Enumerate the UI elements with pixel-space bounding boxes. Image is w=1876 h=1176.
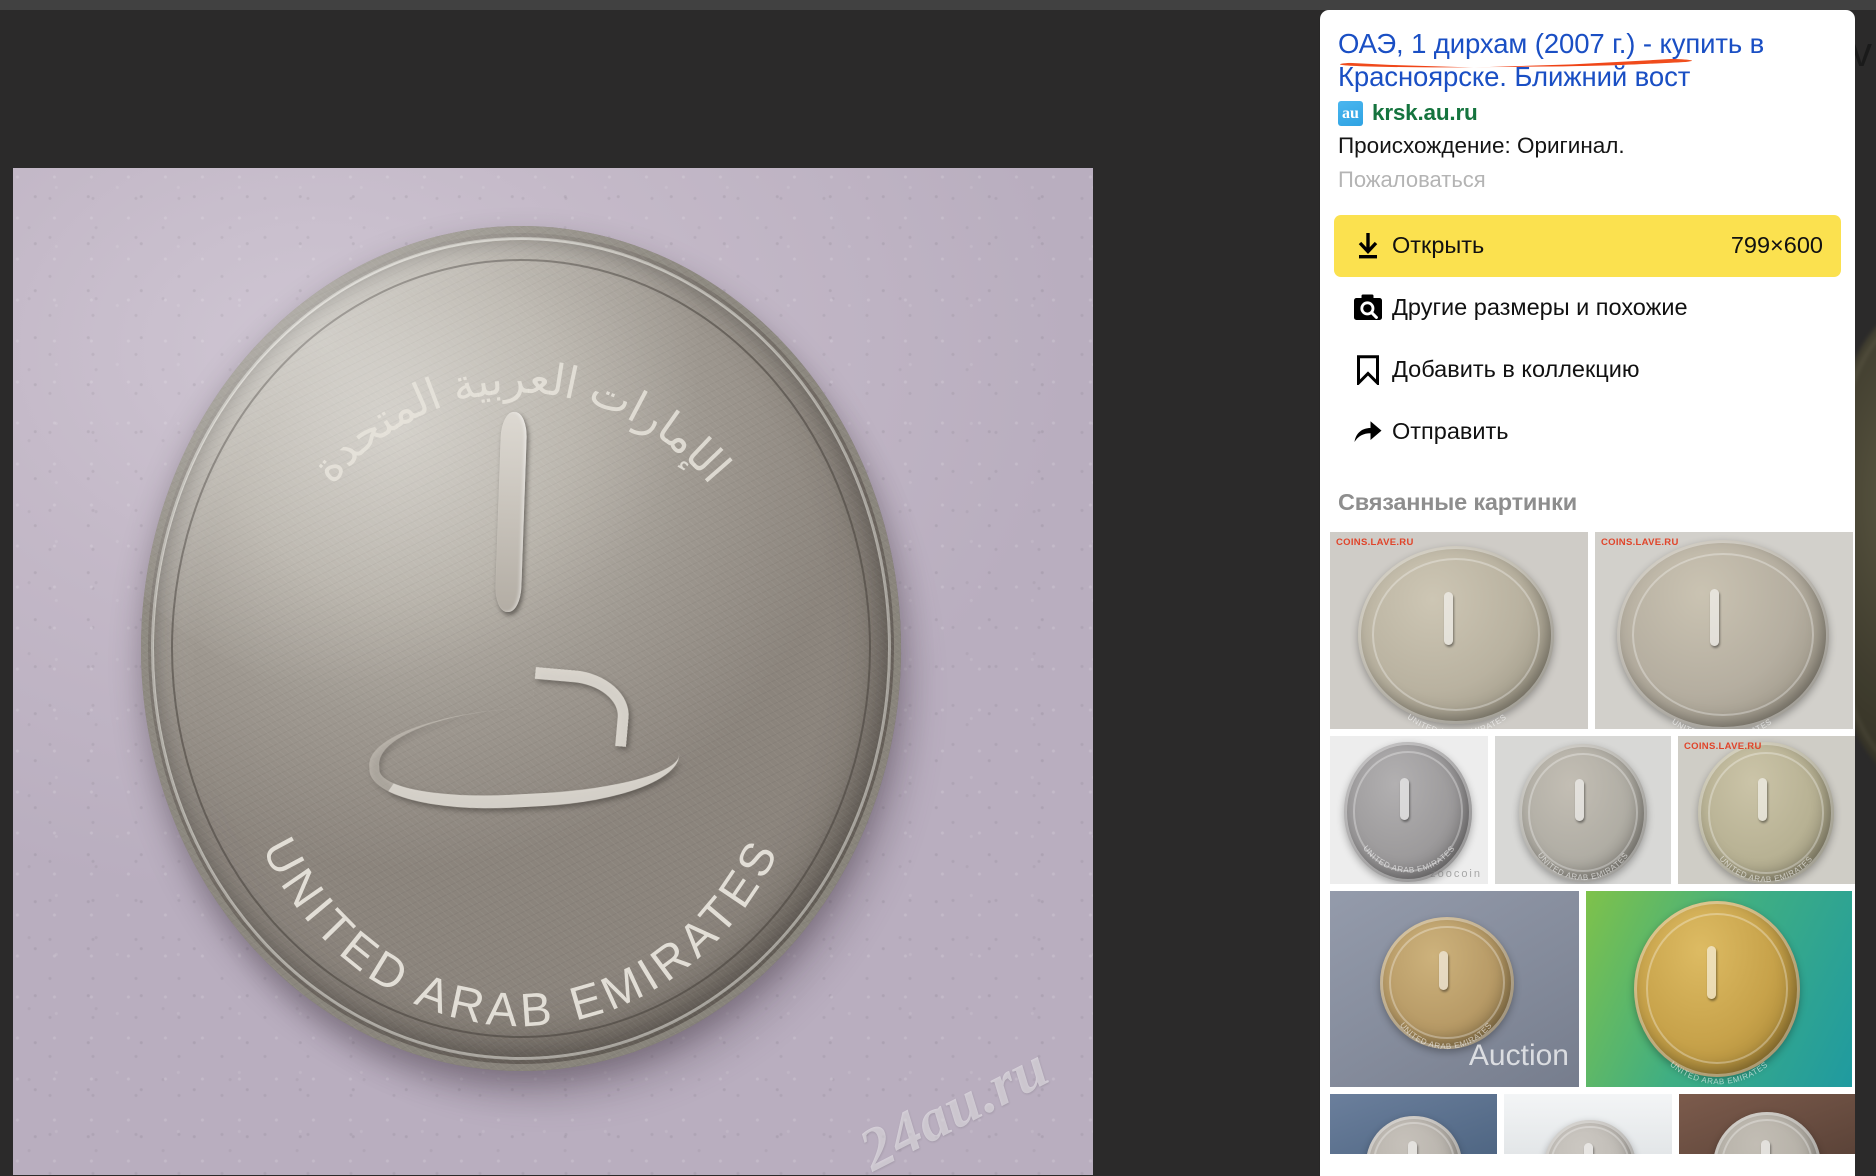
open-label: Открыть xyxy=(1392,232,1485,259)
image-info-panel: ОАЭ, 1 дирхам (2007 г.) - купить в Красн… xyxy=(1320,10,1855,1176)
related-thumbnail[interactable]: UNITED ARAB EMIRATES COINS.LAVE.RU xyxy=(1595,531,1853,729)
browser-chrome-strip xyxy=(0,0,1876,10)
svg-text:UNITED ARAB EMIRATES: UNITED ARAB EMIRATES xyxy=(1668,1059,1769,1085)
main-image[interactable]: UNITED ARAB EMIRATES الإمارات العربية ال… xyxy=(13,168,1093,1175)
au-favicon-icon: au xyxy=(1338,100,1363,126)
bookmark-icon xyxy=(1348,354,1388,385)
action-list: Открыть 799×600 Другие размеры и похожие xyxy=(1334,214,1841,463)
related-images-grid: UNITED ARAB EMIRATES COINS.LAVE.RU UNITE… xyxy=(1330,531,1855,1154)
image-title-link[interactable]: ОАЭ, 1 дирхам (2007 г.) - купить в Красн… xyxy=(1338,28,1837,93)
open-button[interactable]: Открыть 799×600 xyxy=(1334,214,1841,277)
thumbnail-watermark: COINS.LAVE.RU xyxy=(1684,740,1762,752)
main-image-stage[interactable]: UNITED ARAB EMIRATES الإمارات العربية ال… xyxy=(0,10,1305,1176)
related-images-heading: Связанные картинки xyxy=(1338,488,1577,515)
related-thumbnail[interactable]: UNITED ARAB EMIRATES COINS.LAVE.RU xyxy=(1678,735,1855,884)
related-thumbnail[interactable]: UNITED ARAB EMIRATES xyxy=(1586,890,1852,1087)
other-sizes-label: Другие размеры и похожие xyxy=(1392,294,1688,321)
related-thumbnail[interactable] xyxy=(1679,1093,1855,1154)
coin-body: UNITED ARAB EMIRATES الإمارات العربية ال… xyxy=(141,226,901,1071)
related-row: UNITED ARAB EMIRATES Auction UNITED ARAB… xyxy=(1330,890,1852,1087)
add-to-collection-button[interactable]: Добавить в коллекцию xyxy=(1334,339,1841,401)
related-thumbnail[interactable]: UNITED ARAB EMIRATES Auction xyxy=(1330,890,1579,1087)
svg-text:UNITED ARAB EMIRATES: UNITED ARAB EMIRATES xyxy=(1406,712,1509,729)
image-dimensions: 799×600 xyxy=(1730,232,1823,259)
related-row xyxy=(1330,1093,1855,1154)
share-label: Отправить xyxy=(1392,418,1509,445)
share-button[interactable]: Отправить xyxy=(1334,401,1841,463)
related-thumbnail[interactable]: UNITED ARAB EMIRATES xyxy=(1495,735,1671,884)
thumbnail-watermark: COINS.LAVE.RU xyxy=(1336,536,1414,548)
image-title-text: ОАЭ, 1 дирхам (2007 г.) - купить в Красн… xyxy=(1338,28,1765,92)
share-icon xyxy=(1348,419,1388,445)
related-thumbnail[interactable]: UNITED ARAB EMIRATES COINS.LAVE.RU xyxy=(1330,531,1588,729)
thumbnail-watermark: COINS.LAVE.RU xyxy=(1601,536,1679,548)
source-site-row[interactable]: au krsk.au.ru xyxy=(1338,100,1837,126)
origin-text: Происхождение: Оригинал. xyxy=(1338,133,1625,159)
svg-text:UNITED ARAB EMIRATES: UNITED ARAB EMIRATES xyxy=(1670,717,1773,729)
thumbnail-badge: zoocoin xyxy=(1430,867,1482,880)
image-viewer: UNITED ARAB EMIRATES الإمارات العربية ال… xyxy=(0,0,1876,1176)
svg-text:UNITED ARAB EMIRATES: UNITED ARAB EMIRATES xyxy=(1718,854,1815,884)
other-sizes-button[interactable]: Другие размеры и похожие xyxy=(1334,277,1841,339)
related-row: UNITED ARAB EMIRATES COINS.LAVE.RU UNITE… xyxy=(1330,531,1853,729)
coin-illustration: UNITED ARAB EMIRATES الإمارات العربية ال… xyxy=(141,226,941,1121)
svg-text:UNITED ARAB EMIRATES: UNITED ARAB EMIRATES xyxy=(1536,850,1630,881)
related-thumbnail[interactable] xyxy=(1330,1093,1497,1154)
add-to-collection-label: Добавить в коллекцию xyxy=(1392,356,1640,383)
related-thumbnail[interactable] xyxy=(1504,1093,1672,1154)
download-icon xyxy=(1348,232,1388,260)
image-search-icon xyxy=(1348,294,1388,322)
related-thumbnail[interactable]: UNITED ARAB EMIRATES zoocoin xyxy=(1330,735,1488,884)
report-link[interactable]: Пожаловаться xyxy=(1338,167,1837,193)
source-domain[interactable]: krsk.au.ru xyxy=(1372,100,1478,126)
thumbnail-badge: Auction xyxy=(1468,1038,1569,1072)
related-row: UNITED ARAB EMIRATES zoocoin UNITED ARAB… xyxy=(1330,735,1855,884)
